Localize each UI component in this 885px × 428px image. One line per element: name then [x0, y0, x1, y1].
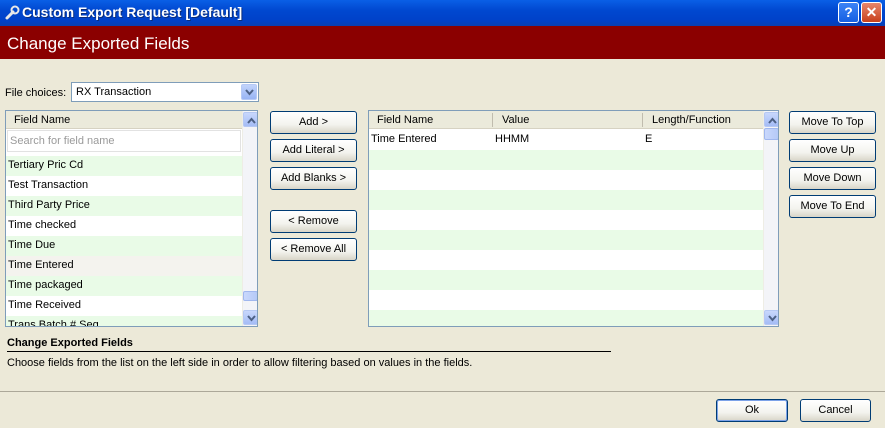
cancel-button[interactable]: Cancel [800, 399, 871, 422]
field-list-column-header[interactable]: Field Name [14, 114, 70, 126]
main-content: File choices: RX Transaction Field Name … [0, 59, 885, 391]
table-row-empty[interactable] [369, 170, 763, 190]
table-row-empty[interactable] [369, 250, 763, 270]
close-icon: ✕ [865, 4, 878, 20]
chevron-down-icon [768, 315, 777, 322]
column-header-value[interactable]: Value [502, 114, 529, 126]
list-item[interactable]: Time Received [6, 296, 242, 316]
table-row-empty[interactable] [369, 290, 763, 310]
field-search-box[interactable] [7, 130, 241, 152]
scroll-up-button[interactable] [764, 112, 778, 127]
list-item-label: Time packaged [8, 279, 83, 291]
help-icon: ? [844, 4, 853, 20]
file-choices-select[interactable]: RX Transaction [71, 82, 259, 102]
ok-button[interactable]: Ok [716, 399, 788, 422]
cell-length-function: E [645, 133, 653, 145]
table-row[interactable]: Time Entered HHMM E [369, 130, 763, 150]
scroll-down-button[interactable] [764, 310, 778, 325]
list-item-selected[interactable]: Time Entered [6, 256, 242, 276]
chevron-down-icon [247, 315, 256, 322]
help-button[interactable]: ? [838, 2, 859, 23]
table-row-empty[interactable] [369, 230, 763, 250]
list-item-label: Time Due [8, 239, 56, 251]
table-row-empty[interactable] [369, 270, 763, 290]
scroll-down-button[interactable] [243, 310, 257, 325]
export-table-scrollbar[interactable] [763, 111, 778, 326]
list-item-label: Tertiary Pric Cd [8, 159, 84, 171]
list-item-label: Trans Batch # Seq [8, 319, 99, 327]
list-item-label: Time Received [8, 299, 81, 311]
chevron-up-icon [247, 117, 256, 124]
move-to-top-button[interactable]: Move To Top [789, 111, 876, 134]
file-choices-label: File choices: [5, 87, 67, 99]
description-title: Change Exported Fields [7, 337, 133, 349]
column-header-length-function[interactable]: Length/Function [652, 114, 731, 126]
file-choices-value: RX Transaction [76, 86, 152, 98]
page-header: Change Exported Fields [0, 26, 885, 59]
window-title: Custom Export Request [Default] [22, 4, 243, 20]
list-item[interactable]: Third Party Price [6, 196, 242, 216]
scroll-thumb[interactable] [243, 291, 257, 301]
list-item[interactable]: Trans Batch # Seq [6, 316, 242, 327]
add-button[interactable]: Add > [270, 111, 357, 134]
field-list-scrollbar[interactable] [242, 111, 257, 326]
table-row-empty[interactable] [369, 210, 763, 230]
list-item-label: Third Party Price [8, 199, 90, 211]
add-blanks-button[interactable]: Add Blanks > [270, 167, 357, 190]
page-title: Change Exported Fields [7, 34, 190, 53]
close-button[interactable]: ✕ [861, 2, 882, 23]
list-item[interactable]: Test Transaction [6, 176, 242, 196]
move-up-button[interactable]: Move Up [789, 139, 876, 162]
table-row-empty[interactable] [369, 190, 763, 210]
export-table-header: Field Name Value Length/Function [369, 111, 763, 129]
list-item[interactable]: Time packaged [6, 276, 242, 296]
field-list[interactable]: Field Name Tertiary Pric Cd Test Transac… [5, 110, 258, 327]
list-item-label: Test Transaction [8, 179, 89, 191]
column-divider[interactable] [492, 113, 493, 127]
cell-field-name: Time Entered [371, 133, 437, 145]
add-literal-button[interactable]: Add Literal > [270, 139, 357, 162]
file-choices-dropdown-button[interactable] [241, 84, 257, 100]
list-item-label: Time checked [8, 219, 77, 231]
table-row-empty[interactable] [369, 310, 763, 326]
wrench-icon [5, 5, 20, 20]
move-to-end-button[interactable]: Move To End [789, 195, 876, 218]
cell-value: HHMM [495, 133, 530, 145]
description-divider [7, 351, 611, 352]
description-text: Choose fields from the list on the left … [7, 357, 473, 369]
field-list-header: Field Name [6, 111, 242, 129]
window-title-bar[interactable]: Custom Export Request [Default] ? ✕ [0, 0, 885, 26]
chevron-up-icon [768, 117, 777, 124]
scroll-thumb[interactable] [764, 128, 778, 140]
list-item[interactable]: Time checked [6, 216, 242, 236]
column-header-field-name[interactable]: Field Name [377, 114, 433, 126]
export-table[interactable]: Field Name Value Length/Function Time En… [368, 110, 779, 327]
list-item[interactable]: Time Due [6, 236, 242, 256]
list-item-label: Time Entered [8, 259, 74, 271]
list-item[interactable]: Tertiary Pric Cd [6, 156, 242, 176]
table-row-empty[interactable] [369, 150, 763, 170]
field-search-input[interactable] [8, 131, 240, 151]
scroll-up-button[interactable] [243, 112, 257, 127]
chevron-down-icon [245, 89, 254, 96]
move-down-button[interactable]: Move Down [789, 167, 876, 190]
remove-button[interactable]: < Remove [270, 210, 357, 233]
remove-all-button[interactable]: < Remove All [270, 238, 357, 261]
dialog-footer: Ok Cancel [0, 391, 885, 428]
column-divider[interactable] [642, 113, 643, 127]
